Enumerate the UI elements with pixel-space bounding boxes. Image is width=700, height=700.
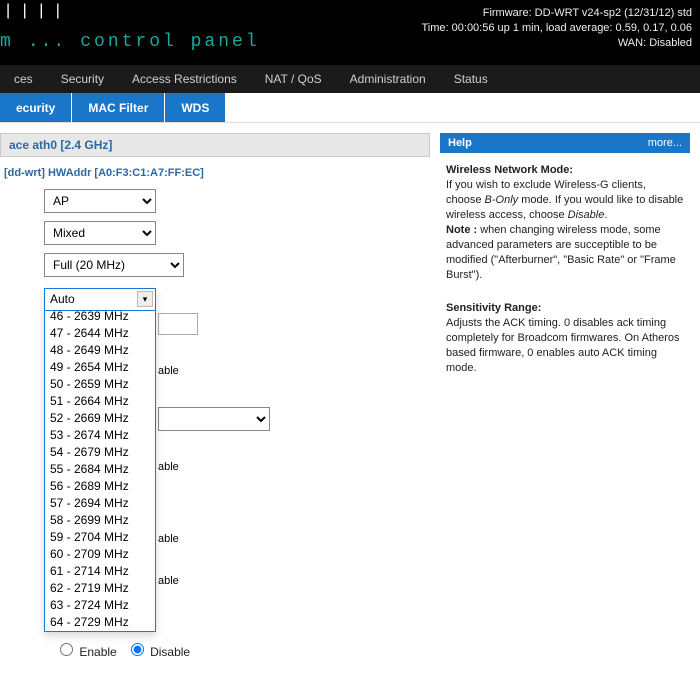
channel-option[interactable]: 54 - 2679 MHz bbox=[45, 444, 155, 461]
channel-option[interactable]: 58 - 2699 MHz bbox=[45, 512, 155, 529]
section-header: ace ath0 [2.4 GHz] bbox=[0, 133, 430, 157]
channel-option[interactable]: 52 - 2669 MHz bbox=[45, 410, 155, 427]
hidden-select[interactable] bbox=[158, 407, 270, 431]
channel-option[interactable]: 53 - 2674 MHz bbox=[45, 427, 155, 444]
help-header: Help more... bbox=[440, 133, 690, 153]
enable-disable-radio: Enable Disable bbox=[60, 643, 190, 659]
subtab-wds[interactable]: WDS bbox=[165, 93, 225, 122]
brand-label: control panel bbox=[80, 32, 259, 52]
channel-option[interactable]: 49 - 2654 MHz bbox=[45, 359, 155, 376]
channel-select-open[interactable]: Auto ▾ 45 - 2634 MHz46 - 2639 MHz47 - 26… bbox=[44, 288, 156, 632]
channel-option[interactable]: 46 - 2639 MHz bbox=[45, 311, 155, 325]
label-fragment-4: able bbox=[158, 575, 418, 587]
channel-option[interactable]: 59 - 2704 MHz bbox=[45, 529, 155, 546]
subtab-wireless-security[interactable]: ecurity bbox=[0, 93, 71, 122]
channel-select-current[interactable]: Auto ▾ bbox=[45, 289, 155, 311]
top-bar: | | | | Firmware: DD-WRT v24-sp2 (12/31/… bbox=[0, 0, 700, 65]
channel-width-select[interactable]: Full (20 MHz) bbox=[44, 253, 184, 277]
status-block: Firmware: DD-WRT v24-sp2 (12/31/12) std … bbox=[422, 6, 693, 51]
label-fragment-1: able bbox=[158, 365, 418, 377]
channel-option[interactable]: 55 - 2684 MHz bbox=[45, 461, 155, 478]
interface-hwaddr: [dd-wrt] HWAddr [A0:F3:C1:A7:FF:EC] bbox=[0, 165, 430, 189]
channel-option[interactable]: 61 - 2714 MHz bbox=[45, 563, 155, 580]
brand-dots: ... bbox=[28, 32, 66, 52]
subtab-mac-filter[interactable]: MAC Filter bbox=[72, 93, 164, 122]
help-title: Help bbox=[448, 137, 472, 149]
brand-suffix: m bbox=[0, 32, 14, 52]
help-more-link[interactable]: more... bbox=[648, 137, 682, 149]
obscured-controls: able able able able bbox=[158, 313, 418, 617]
decor-ticks: | | | | bbox=[0, 0, 70, 22]
channel-option[interactable]: 50 - 2659 MHz bbox=[45, 376, 155, 393]
label-fragment-3: able bbox=[158, 533, 418, 545]
chevron-down-icon[interactable]: ▾ bbox=[137, 291, 153, 307]
channel-option[interactable]: 63 - 2724 MHz bbox=[45, 597, 155, 614]
tab-administration[interactable]: Administration bbox=[336, 65, 440, 93]
tab-access-restrictions[interactable]: Access Restrictions bbox=[118, 65, 251, 93]
wireless-mode-select[interactable]: Mixed bbox=[44, 221, 156, 245]
channel-option[interactable]: 62 - 2719 MHz bbox=[45, 580, 155, 597]
sub-tabs: ecurity MAC Filter WDS bbox=[0, 93, 700, 123]
channel-option[interactable]: 60 - 2709 MHz bbox=[45, 546, 155, 563]
channel-option[interactable]: 51 - 2664 MHz bbox=[45, 393, 155, 410]
tab-services[interactable]: ces bbox=[0, 65, 47, 93]
tab-nat-qos[interactable]: NAT / QoS bbox=[251, 65, 336, 93]
help-column: Help more... Wireless Network Mode: If y… bbox=[440, 133, 690, 404]
tab-security[interactable]: Security bbox=[47, 65, 118, 93]
tab-status[interactable]: Status bbox=[440, 65, 502, 93]
firmware-line: Firmware: DD-WRT v24-sp2 (12/31/12) std bbox=[422, 6, 693, 21]
help-heading-mode: Wireless Network Mode: bbox=[446, 164, 573, 176]
help-heading-sensitivity: Sensitivity Range: bbox=[446, 302, 541, 314]
channel-option[interactable]: 47 - 2644 MHz bbox=[45, 325, 155, 342]
channel-option[interactable]: 64 - 2729 MHz bbox=[45, 614, 155, 631]
radio-disable[interactable]: Disable bbox=[131, 643, 190, 659]
channel-option-list[interactable]: 45 - 2634 MHz46 - 2639 MHz47 - 2644 MHz4… bbox=[45, 311, 155, 631]
brand: m ... control panel bbox=[0, 32, 260, 52]
settings-column: ace ath0 [2.4 GHz] [dd-wrt] HWAddr [A0:F… bbox=[0, 133, 430, 404]
channel-option[interactable]: 56 - 2689 MHz bbox=[45, 478, 155, 495]
wireless-type-select[interactable]: AP bbox=[44, 189, 156, 213]
main-tabs: ces Security Access Restrictions NAT / Q… bbox=[0, 65, 700, 93]
channel-option[interactable]: 48 - 2649 MHz bbox=[45, 342, 155, 359]
radio-enable[interactable]: Enable bbox=[60, 643, 117, 659]
label-fragment-2: able bbox=[158, 461, 418, 473]
channel-option[interactable]: 57 - 2694 MHz bbox=[45, 495, 155, 512]
uptime-line: Time: 00:00:56 up 1 min, load average: 0… bbox=[422, 21, 693, 36]
wan-line: WAN: Disabled bbox=[422, 36, 693, 51]
text-input-small[interactable] bbox=[158, 313, 198, 335]
